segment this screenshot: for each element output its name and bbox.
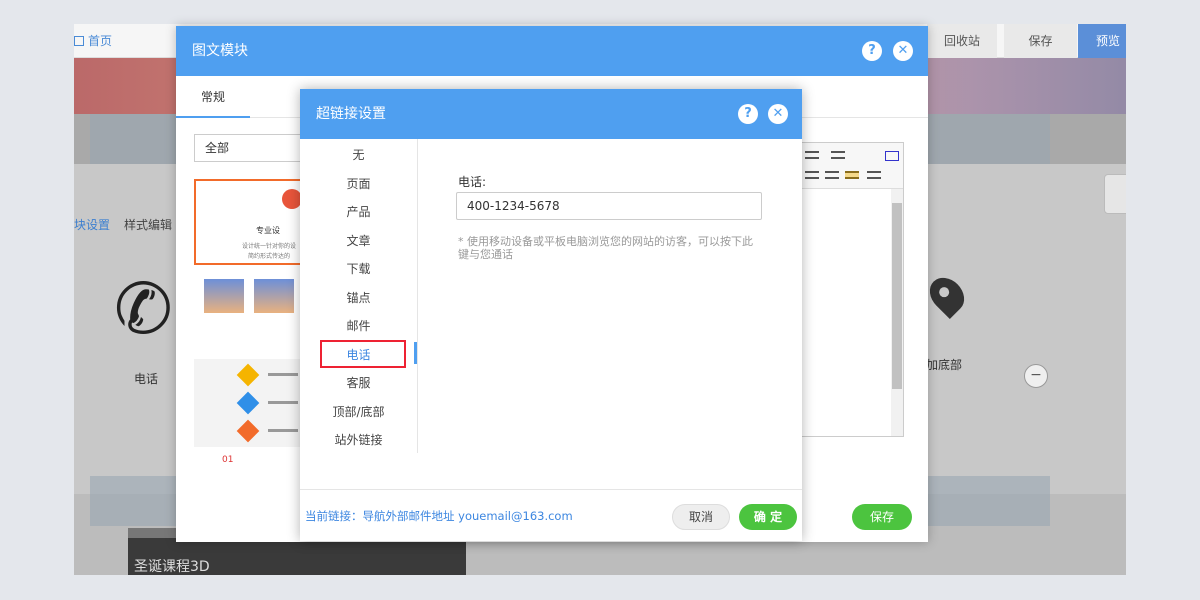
nav-active-indicator bbox=[414, 342, 417, 364]
editor-scrollbar[interactable] bbox=[891, 189, 903, 436]
link-icon[interactable] bbox=[805, 171, 819, 179]
preview-button[interactable]: 预览 bbox=[1078, 24, 1126, 58]
phone-label: 电话 bbox=[134, 372, 159, 386]
text-line bbox=[268, 429, 298, 432]
hyperlink-settings-dialog: 超链接设置 ? ✕ 无 页面 产品 文章 下载 锚点 邮件 电话 客服 顶部/底… bbox=[300, 89, 802, 541]
text-line bbox=[268, 373, 298, 376]
phone-hint-text: * 使用移动设备或平板电脑浏览您的网站的访客，可以按下此键与您通话 bbox=[458, 235, 753, 261]
align-left-icon[interactable] bbox=[825, 171, 839, 179]
link-dialog-title: 超链接设置 bbox=[316, 106, 386, 122]
photo-thumb bbox=[254, 279, 294, 313]
template-thumbnail[interactable] bbox=[194, 271, 304, 353]
nav-item-email[interactable]: 邮件 bbox=[300, 312, 417, 341]
map-pin-icon bbox=[922, 270, 972, 320]
nav-item-top-bottom[interactable]: 顶部/底部 bbox=[300, 398, 417, 427]
home-icon bbox=[74, 35, 84, 46]
side-handle[interactable] bbox=[1104, 174, 1126, 214]
line-height-icon[interactable] bbox=[831, 151, 845, 159]
selected-item-highlight bbox=[320, 340, 406, 368]
help-icon[interactable]: ? bbox=[862, 41, 882, 61]
scrollbar-thumb[interactable] bbox=[892, 203, 902, 389]
link-dialog-header: 超链接设置 ? ✕ bbox=[300, 89, 802, 139]
tab-general[interactable]: 常规 bbox=[176, 76, 250, 118]
thumbnail-number: 01 bbox=[222, 455, 234, 465]
tab-block-settings[interactable]: 块设置 bbox=[74, 216, 110, 233]
template-thumbnail[interactable]: 专业设 设计统一针对你的设 简约形式传达的 bbox=[194, 179, 304, 265]
confirm-button[interactable]: 确 定 bbox=[739, 504, 797, 530]
edit-badge-icon bbox=[282, 189, 302, 209]
align-center-icon[interactable] bbox=[845, 171, 859, 179]
phone-field-label: 电话: bbox=[458, 175, 487, 189]
home-link[interactable]: 首页 bbox=[74, 32, 112, 49]
nav-item-download[interactable]: 下载 bbox=[300, 255, 417, 284]
nav-item-external-link[interactable]: 站外链接 bbox=[300, 426, 417, 455]
diamond-icon bbox=[236, 363, 260, 387]
nav-item-page[interactable]: 页面 bbox=[300, 170, 417, 199]
template-thumbnail-list: 专业设 设计统一针对你的设 简约形式传达的 01 bbox=[194, 179, 304, 493]
format-icon[interactable] bbox=[805, 151, 819, 159]
cancel-button[interactable]: 取消 bbox=[672, 504, 730, 530]
phone-module[interactable]: ✆ 电话 bbox=[114, 268, 184, 386]
module-dialog-title: 图文模块 bbox=[192, 43, 248, 59]
diamond-icon bbox=[236, 419, 260, 443]
close-icon[interactable]: ✕ bbox=[893, 41, 913, 61]
home-label: 首页 bbox=[88, 34, 113, 48]
nav-item-product[interactable]: 产品 bbox=[300, 198, 417, 227]
nav-item-none[interactable]: 无 bbox=[300, 141, 417, 170]
thumbnail-subtitle-2: 简约形式传达的 bbox=[248, 253, 291, 260]
close-icon[interactable]: ✕ bbox=[768, 104, 788, 124]
category-filter-select[interactable]: 全部 bbox=[194, 134, 304, 162]
module-side-tabs: 块设置 样式编辑 bbox=[74, 216, 172, 233]
current-link-text: 当前链接：导航外部邮件地址 youemail@163.com bbox=[305, 509, 573, 523]
minus-icon[interactable]: − bbox=[1024, 364, 1048, 388]
photo-thumb bbox=[204, 279, 244, 313]
video-caption: 圣诞课程3D bbox=[134, 559, 210, 575]
thumbnail-subtitle: 设计统一针对你的设 bbox=[242, 243, 297, 250]
link-dialog-footer: 当前链接：导航外部邮件地址 youemail@163.com 取消 确 定 bbox=[300, 489, 802, 541]
template-thumbnail[interactable]: 01 bbox=[194, 453, 304, 483]
template-thumbnail[interactable] bbox=[194, 359, 304, 447]
help-icon[interactable]: ? bbox=[738, 104, 758, 124]
nav-item-customer-service[interactable]: 客服 bbox=[300, 369, 417, 398]
module-save-button[interactable]: 保存 bbox=[852, 504, 912, 530]
rich-text-editor[interactable] bbox=[800, 142, 904, 437]
nav-item-anchor[interactable]: 锚点 bbox=[300, 284, 417, 313]
nav-item-article[interactable]: 文章 bbox=[300, 227, 417, 256]
monitor-icon[interactable] bbox=[885, 151, 899, 161]
link-type-nav: 无 页面 产品 文章 下载 锚点 邮件 电话 客服 顶部/底部 站外链接 bbox=[300, 139, 418, 453]
thumbnail-title: 专业设 bbox=[256, 226, 280, 235]
align-right-icon[interactable] bbox=[867, 171, 881, 179]
recycle-bin-button[interactable]: 回收站 bbox=[927, 24, 997, 58]
phone-number-input[interactable] bbox=[456, 192, 762, 220]
tab-style-edit[interactable]: 样式编辑 bbox=[124, 216, 172, 233]
text-line bbox=[268, 401, 298, 404]
diamond-icon bbox=[236, 391, 260, 415]
module-dialog-header: 图文模块 ? ✕ bbox=[176, 26, 928, 76]
phone-icon: ✆ bbox=[114, 268, 173, 350]
editor-toolbar bbox=[801, 143, 903, 189]
top-save-button[interactable]: 保存 bbox=[1004, 24, 1077, 58]
